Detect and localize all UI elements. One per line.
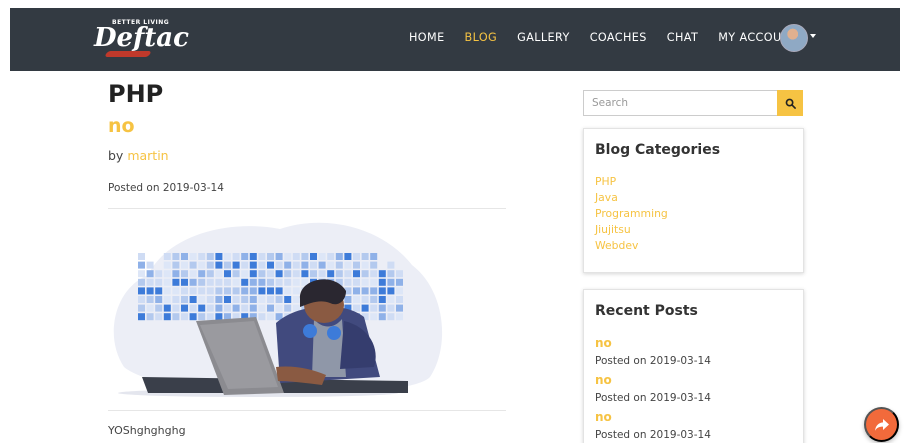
recent-post-title[interactable]: no — [595, 373, 711, 387]
recent-post: no Posted on 2019-03-14 — [595, 410, 711, 443]
logo-swoosh — [104, 51, 152, 57]
nav-coaches[interactable]: COACHES — [590, 31, 647, 44]
search-input[interactable] — [583, 90, 777, 116]
recent-post-date: Posted on 2019-03-14 — [595, 429, 711, 441]
categories-title: Blog Categories — [595, 142, 721, 158]
post-date: Posted on 2019-03-14 — [108, 182, 224, 194]
main-nav: HOME BLOG GALLERY COACHES CHAT MY ACCOUN… — [409, 31, 818, 44]
category-item[interactable]: Java — [595, 190, 668, 206]
brand-logo[interactable]: BETTER LIVING Deftac — [92, 14, 189, 64]
recent-post-title[interactable]: no — [595, 336, 711, 350]
author-link[interactable]: martin — [127, 148, 168, 163]
divider-top — [108, 208, 506, 209]
search-button[interactable] — [777, 90, 803, 116]
caret-down-icon[interactable] — [810, 34, 816, 38]
nav-gallery[interactable]: GALLERY — [517, 31, 570, 44]
category-item[interactable]: Programming — [595, 206, 668, 222]
category-item[interactable]: PHP — [595, 174, 668, 190]
share-arrow-icon — [874, 418, 889, 431]
nav-blog[interactable]: BLOG — [465, 31, 498, 44]
category-item[interactable]: Jiujitsu — [595, 222, 668, 238]
post-subtitle: no — [108, 115, 135, 137]
search-icon — [785, 98, 796, 109]
nav-home[interactable]: HOME — [409, 31, 445, 44]
recent-post-date: Posted on 2019-03-14 — [595, 355, 711, 367]
divider-bottom — [108, 410, 506, 411]
category-list: PHP Java Programming Jiujitsu Webdev — [595, 174, 668, 254]
avatar[interactable] — [780, 24, 808, 52]
post-excerpt: YOShghghghg — [108, 424, 186, 437]
navbar: BETTER LIVING Deftac HOME BLOG GALLERY C… — [10, 8, 900, 71]
share-button[interactable] — [864, 407, 899, 442]
category-item[interactable]: Webdev — [595, 238, 668, 254]
categories-card: Blog Categories PHP Java Programming Jiu… — [583, 128, 804, 273]
recent-post: no Posted on 2019-03-14 — [595, 373, 711, 410]
nav-chat[interactable]: CHAT — [667, 31, 698, 44]
recent-posts-title: Recent Posts — [595, 303, 698, 319]
post-title: PHP — [108, 80, 164, 108]
post-illustration — [113, 222, 443, 397]
post-byline: by martin — [108, 148, 169, 163]
recent-post-title[interactable]: no — [595, 410, 711, 424]
recent-posts-card: Recent Posts no Posted on 2019-03-14 no … — [583, 289, 804, 443]
recent-post: no Posted on 2019-03-14 — [595, 336, 711, 373]
recent-post-date: Posted on 2019-03-14 — [595, 392, 711, 404]
recent-posts-list: no Posted on 2019-03-14 no Posted on 201… — [595, 336, 711, 443]
byline-prefix: by — [108, 148, 128, 163]
brand-name: Deftac — [94, 23, 189, 53]
